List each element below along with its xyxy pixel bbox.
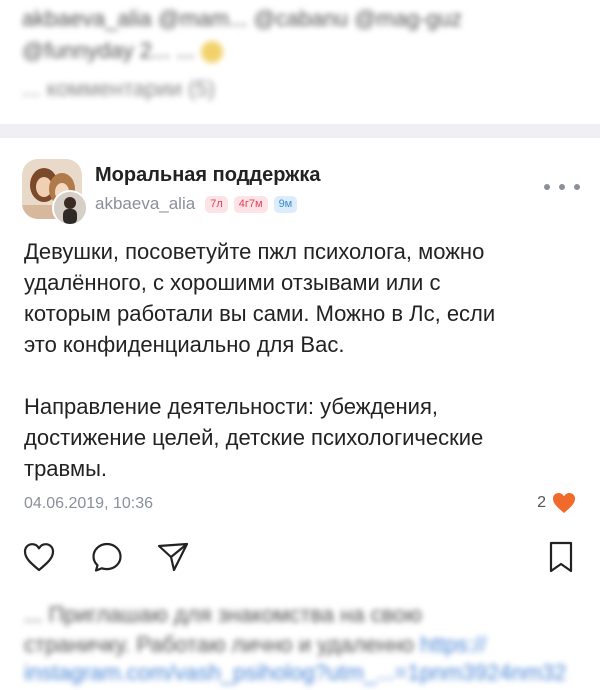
post-actions bbox=[22, 540, 578, 576]
next-post-text-line-1: ... Приглашаю для знакомства на свою bbox=[24, 602, 422, 627]
community-name[interactable]: Моральная поддержка bbox=[95, 164, 320, 187]
emoji-icon bbox=[200, 41, 223, 64]
like-outline-icon[interactable] bbox=[22, 540, 56, 574]
share-icon[interactable] bbox=[156, 540, 190, 574]
likes-count: 2 bbox=[537, 494, 546, 511]
comment-icon[interactable] bbox=[90, 540, 124, 574]
previous-post-text-line-1: akbaeva_alia @mam... @cabanu @mag-guz bbox=[22, 6, 462, 31]
child-age-badge: 7л bbox=[205, 195, 228, 213]
next-post-link-continued[interactable]: instagram.com/vash_psiholog?utm_...=1pnm… bbox=[24, 660, 566, 686]
heart-filled-icon bbox=[553, 493, 575, 513]
author-name[interactable]: akbaeva_alia bbox=[95, 194, 195, 214]
feed-separator bbox=[0, 124, 600, 138]
bookmark-icon[interactable] bbox=[544, 540, 578, 574]
more-icon[interactable] bbox=[544, 180, 580, 194]
previous-post-comments-link[interactable]: ... комментарии (5) bbox=[22, 76, 215, 102]
child-age-badge: 4г7м bbox=[233, 195, 268, 213]
next-post-preview: ... Приглашаю для знакомства на свою стр… bbox=[0, 600, 600, 690]
next-post-link[interactable]: https:// bbox=[420, 632, 486, 657]
author-row: akbaeva_alia 7л 4г7м 9м bbox=[95, 194, 298, 214]
next-post-text-line-2: страничку. Работаю лично и удаленно http… bbox=[24, 632, 487, 657]
post-card: Моральная поддержка akbaeva_alia 7л 4г7м… bbox=[0, 138, 600, 689]
previous-post-preview: akbaeva_alia @mam... @cabanu @mag-guz @f… bbox=[0, 0, 600, 120]
previous-post-text-line-2: @funnyday 2... ... bbox=[22, 38, 223, 64]
likes-counter[interactable]: 2 bbox=[537, 492, 576, 514]
post-body: Девушки, посоветуйте пжл психолога, можн… bbox=[24, 239, 496, 481]
child-age-badge: 9м bbox=[273, 195, 298, 213]
author-avatar[interactable] bbox=[52, 190, 88, 226]
post-date: 04.06.2019, 10:36 bbox=[24, 495, 154, 512]
